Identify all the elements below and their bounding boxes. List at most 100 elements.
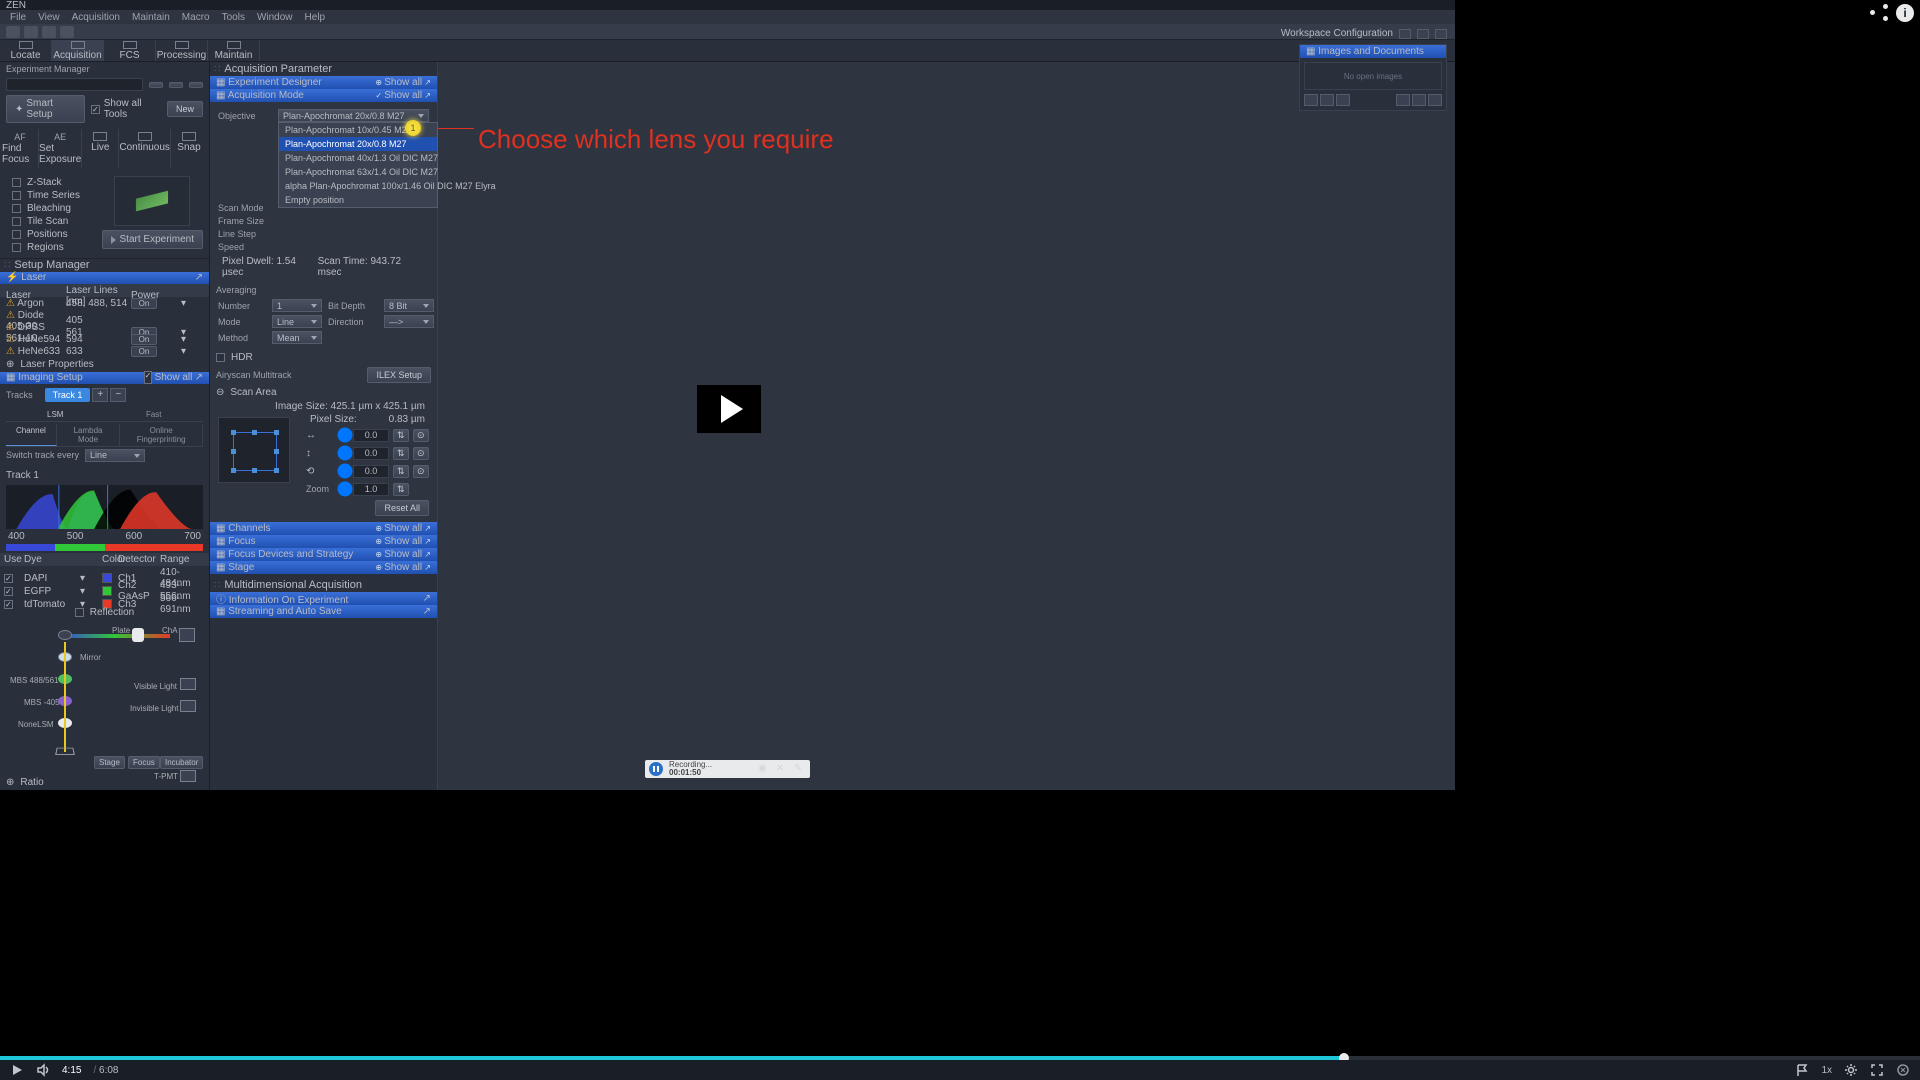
- set-exposure-button[interactable]: AESet Exposure: [39, 129, 82, 168]
- mode-locate[interactable]: Locate: [0, 40, 52, 61]
- menu-window[interactable]: Window: [257, 12, 293, 23]
- experiment-designer-bar[interactable]: ▦ Experiment Designer⊕ Show all ↗: [210, 76, 437, 89]
- img-save-icon[interactable]: [1320, 94, 1334, 106]
- stage-button[interactable]: Stage: [94, 756, 125, 769]
- zstack-checkbox[interactable]: [12, 178, 21, 187]
- focus-bar[interactable]: ▦ Focus⊕ Show all ↗: [210, 535, 437, 548]
- direction-dropdown[interactable]: —>: [384, 315, 434, 328]
- remove-track-button[interactable]: −: [110, 388, 126, 402]
- fingerprint-subtab[interactable]: Online Fingerprinting: [120, 424, 203, 446]
- reset-all-button[interactable]: Reset All: [375, 500, 429, 516]
- avg-mode-dropdown[interactable]: Line: [272, 315, 322, 328]
- view-detail-icon[interactable]: [1428, 94, 1442, 106]
- show-all-tools-checkbox[interactable]: [91, 105, 100, 114]
- wk-btn-1[interactable]: [1399, 29, 1411, 39]
- delete-icon[interactable]: ✕: [776, 763, 788, 775]
- expand-plus-icon[interactable]: ⊕: [6, 359, 14, 370]
- video-play-button[interactable]: [697, 385, 761, 433]
- share-icon[interactable]: [1870, 4, 1888, 22]
- laser-row-hene594[interactable]: ⚠ HeNe594594On▾: [0, 333, 209, 345]
- timeseries-checkbox[interactable]: [12, 191, 21, 200]
- invisible-light-icon[interactable]: [180, 700, 196, 712]
- snap-button[interactable]: Snap: [171, 129, 207, 168]
- bitdepth-dropdown[interactable]: 8 Bit: [384, 299, 434, 312]
- webcam-icon[interactable]: ◉: [758, 763, 770, 775]
- positions-checkbox[interactable]: [12, 230, 21, 239]
- laser-row-hene633[interactable]: ⚠ HeNe633633On▾: [0, 345, 209, 357]
- chevron-down-icon[interactable]: ▾: [181, 298, 201, 309]
- ilex-setup-button[interactable]: ILEX Setup: [367, 367, 431, 383]
- scan-area-preview[interactable]: [218, 417, 290, 483]
- mode-maintain[interactable]: Maintain: [208, 40, 260, 61]
- refresh-icon[interactable]: [60, 26, 74, 38]
- channels-bar[interactable]: ▦ Channels⊕ Show all ↗: [210, 522, 437, 535]
- expand-icon[interactable]: ↗: [195, 272, 203, 283]
- gear-icon[interactable]: [1844, 1063, 1858, 1077]
- acquisition-mode-bar[interactable]: ▦ Acquisition Mode✓ Show all ↗: [210, 89, 437, 102]
- laser-row-diode[interactable]: ⚠ Diode 405-30405: [0, 309, 209, 321]
- tpmt-icon[interactable]: [180, 770, 196, 782]
- view-list-icon[interactable]: [1412, 94, 1426, 106]
- pinhole-icon[interactable]: [58, 630, 72, 640]
- range-slider[interactable]: [6, 544, 203, 551]
- objective-option[interactable]: Plan-Apochromat 40x/1.3 Oil DIC M27: [279, 151, 437, 165]
- menu-file[interactable]: File: [10, 12, 26, 23]
- play-icon[interactable]: [10, 1063, 24, 1077]
- streaming-autosave-bar[interactable]: ▦ Streaming and Auto Save↗: [210, 605, 437, 618]
- fullscreen-icon[interactable]: [1870, 1063, 1884, 1077]
- color-swatch[interactable]: [102, 573, 112, 583]
- info-experiment-bar[interactable]: ⓘ Information On Experiment↗: [210, 592, 437, 605]
- offset-y-slider[interactable]: [340, 445, 349, 461]
- experiment-name-input[interactable]: [6, 78, 143, 91]
- regions-checkbox[interactable]: [12, 243, 21, 252]
- objective-option[interactable]: Empty position: [279, 193, 437, 207]
- tilescan-checkbox[interactable]: [12, 217, 21, 226]
- img-new-icon[interactable]: [1304, 94, 1318, 106]
- save-icon[interactable]: [6, 26, 20, 38]
- menu-acquisition[interactable]: Acquisition: [72, 12, 120, 23]
- offset-x-slider[interactable]: [340, 427, 349, 443]
- objective-dropdown[interactable]: Plan-Apochromat 20x/0.8 M27: [278, 109, 429, 122]
- plate-icon[interactable]: [132, 628, 144, 642]
- track1-tab[interactable]: Track 1: [45, 388, 91, 402]
- imaging-setup-header[interactable]: ▦ Imaging Setup Show all ↗: [0, 372, 209, 384]
- avg-method-dropdown[interactable]: Mean: [272, 331, 322, 344]
- expand-icon[interactable]: ↗: [195, 372, 203, 383]
- smart-setup-button[interactable]: ✦Smart Setup: [6, 95, 85, 123]
- view-grid-icon[interactable]: [1396, 94, 1410, 106]
- exp-delete-icon[interactable]: [189, 82, 203, 88]
- start-experiment-button[interactable]: Start Experiment: [102, 230, 203, 249]
- draw-icon[interactable]: ✎: [794, 763, 806, 775]
- focus-strategy-bar[interactable]: ▦ Focus Devices and Strategy⊕ Show all ↗: [210, 548, 437, 561]
- stepper-icon[interactable]: ⇅: [393, 429, 409, 442]
- wk-btn-2[interactable]: [1417, 29, 1429, 39]
- zoom-slider[interactable]: [340, 481, 349, 497]
- offset-x-input[interactable]: 0.0: [353, 429, 389, 442]
- focus-button[interactable]: Focus: [128, 756, 160, 769]
- collapse-minus-icon[interactable]: ⊖: [216, 387, 224, 398]
- lsm-subtab[interactable]: LSM: [6, 408, 105, 421]
- continuous-button[interactable]: Continuous: [119, 129, 171, 168]
- open-icon[interactable]: [24, 26, 38, 38]
- argon-power-toggle[interactable]: On: [131, 298, 157, 309]
- bleaching-checkbox[interactable]: [12, 204, 21, 213]
- menu-maintain[interactable]: Maintain: [132, 12, 170, 23]
- expand-icon[interactable]: [1896, 1063, 1910, 1077]
- reset-icon[interactable]: ⊙: [413, 429, 429, 442]
- dye-row-dapi[interactable]: DAPI▾Ch1410-484nm: [0, 566, 209, 579]
- img-dup-icon[interactable]: [1336, 94, 1350, 106]
- expand-plus-icon[interactable]: ⊕: [6, 777, 14, 788]
- switch-track-dropdown[interactable]: Line: [85, 449, 145, 462]
- info-icon[interactable]: i: [1896, 4, 1914, 22]
- add-track-button[interactable]: +: [92, 388, 108, 402]
- fast-subtab[interactable]: Fast: [105, 408, 204, 421]
- mode-processing[interactable]: Processing: [156, 40, 208, 61]
- channel-subtab[interactable]: Channel: [6, 424, 57, 446]
- reuse-icon[interactable]: [42, 26, 56, 38]
- objective-option[interactable]: alpha Plan-Apochromat 100x/1.46 Oil DIC …: [279, 179, 437, 193]
- new-button[interactable]: New: [167, 101, 203, 117]
- hdr-checkbox[interactable]: [216, 353, 225, 362]
- find-focus-button[interactable]: AFFind Focus: [2, 129, 39, 168]
- stage-bar[interactable]: ▦ Stage⊕ Show all ↗: [210, 561, 437, 574]
- rotation-slider[interactable]: [340, 463, 349, 479]
